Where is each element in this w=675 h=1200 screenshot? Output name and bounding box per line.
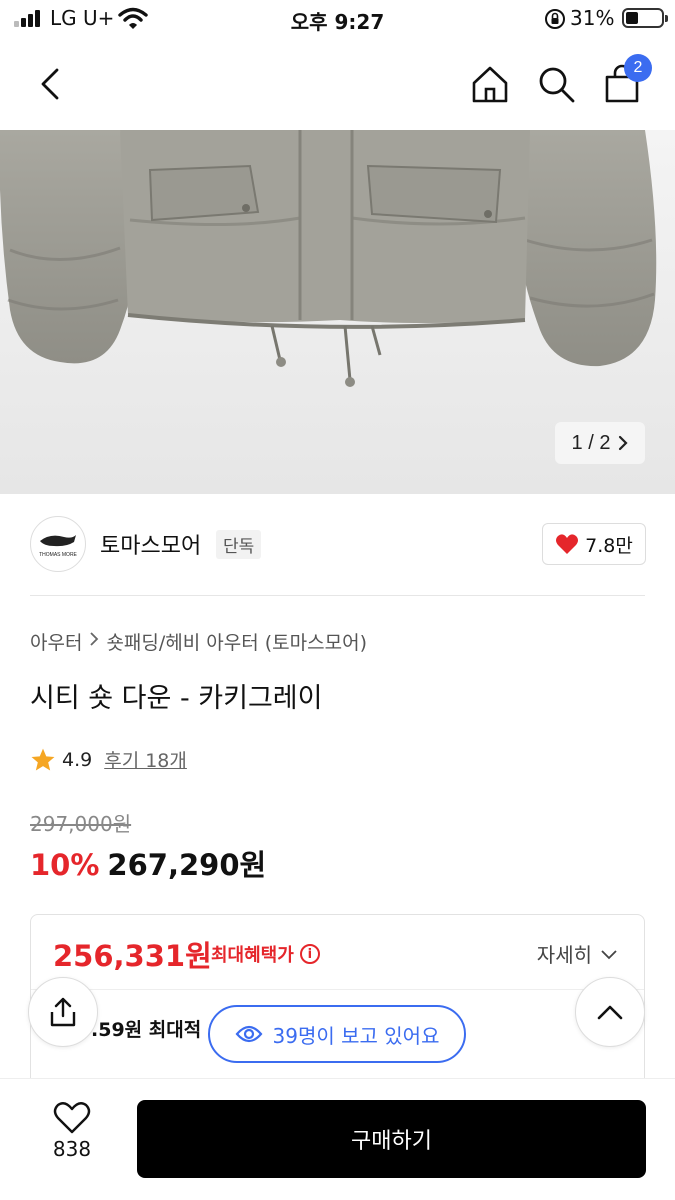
max-points-text: .59원 최대적: [91, 1019, 202, 1041]
info-icon[interactable]: i: [299, 944, 320, 964]
heart-filled-icon: [556, 534, 579, 554]
rating-score: 4.9: [62, 748, 93, 771]
exclusive-badge: 단독: [216, 530, 262, 559]
sale-price: 267,290원: [107, 848, 267, 882]
pager-text: 1 / 2: [571, 431, 611, 454]
breadcrumb-item[interactable]: 숏패딩/헤비 아우터 (토마스모어): [106, 628, 367, 655]
benefit-detail-toggle[interactable]: 자세히: [537, 939, 618, 968]
store-logo[interactable]: THOMAS MORE: [30, 516, 86, 572]
max-benefit-text: 최대혜택가: [211, 945, 294, 966]
image-pager[interactable]: 1 / 2: [555, 422, 645, 464]
battery-percent: 31%: [570, 6, 615, 30]
wishlist-count: 838: [52, 1137, 92, 1161]
product-title: 시티 숏 다운 - 카키그레이: [30, 683, 323, 714]
battery-icon: [622, 8, 668, 28]
chevron-up-icon: [597, 1005, 623, 1020]
breadcrumb: 아우터 숏패딩/헤비 아우터 (토마스모어): [30, 628, 367, 655]
divider: [30, 595, 645, 596]
chevron-left-icon: [41, 68, 59, 100]
svg-text:THOMAS MORE: THOMAS MORE: [39, 552, 77, 558]
share-icon: [50, 997, 76, 1027]
chevron-right-icon: [90, 632, 99, 646]
viewers-badge: 39명이 보고 있어요: [208, 1005, 466, 1063]
product-image[interactable]: 1 / 2: [0, 130, 675, 494]
bottom-action-bar: 838 구매하기: [0, 1078, 675, 1200]
chevron-right-icon: [619, 435, 629, 451]
home-icon: [472, 66, 508, 103]
whale-logo: THOMAS MORE: [39, 535, 78, 558]
original-price: 297,000원: [30, 812, 132, 836]
status-bar: LG U+ 오후 9:27 31%: [0, 0, 675, 40]
store-name[interactable]: 토마스모어: [100, 528, 201, 560]
chevron-down-icon: [601, 949, 617, 959]
breadcrumb-item[interactable]: 아우터: [30, 628, 82, 655]
divider: [31, 989, 644, 990]
store-like-count: 7.8만: [585, 534, 633, 557]
cart-count-badge: 2: [624, 54, 652, 82]
scroll-top-button[interactable]: [575, 977, 645, 1047]
eye-icon: [235, 1025, 262, 1043]
discount-rate: 10%: [30, 848, 100, 882]
detail-label: 자세히: [536, 943, 592, 967]
store-like-button[interactable]: 7.8만: [542, 523, 646, 565]
reviews-link[interactable]: 후기 18개: [104, 746, 187, 773]
heart-outline-icon: [53, 1102, 91, 1134]
back-button[interactable]: [26, 60, 74, 108]
rotation-lock-icon: [545, 9, 565, 29]
search-icon: [539, 67, 575, 103]
buy-button[interactable]: 구매하기: [137, 1100, 646, 1178]
star-icon: [31, 748, 55, 771]
cart-button[interactable]: 2: [598, 54, 652, 108]
viewers-text: 39명이 보고 있어요: [272, 1023, 440, 1048]
share-button[interactable]: [28, 977, 98, 1047]
max-benefit-label[interactable]: 최대혜택가 i: [211, 941, 320, 967]
top-nav: 2: [0, 40, 675, 130]
sale-price-row: 10% 267,290원: [30, 842, 266, 884]
search-button[interactable]: [532, 60, 580, 108]
max-benefit-price: 256,331원: [53, 939, 212, 973]
rating-row: 4.9 후기 18개: [30, 746, 187, 773]
wishlist-button[interactable]: 838: [30, 1101, 114, 1161]
home-button[interactable]: [466, 60, 514, 108]
